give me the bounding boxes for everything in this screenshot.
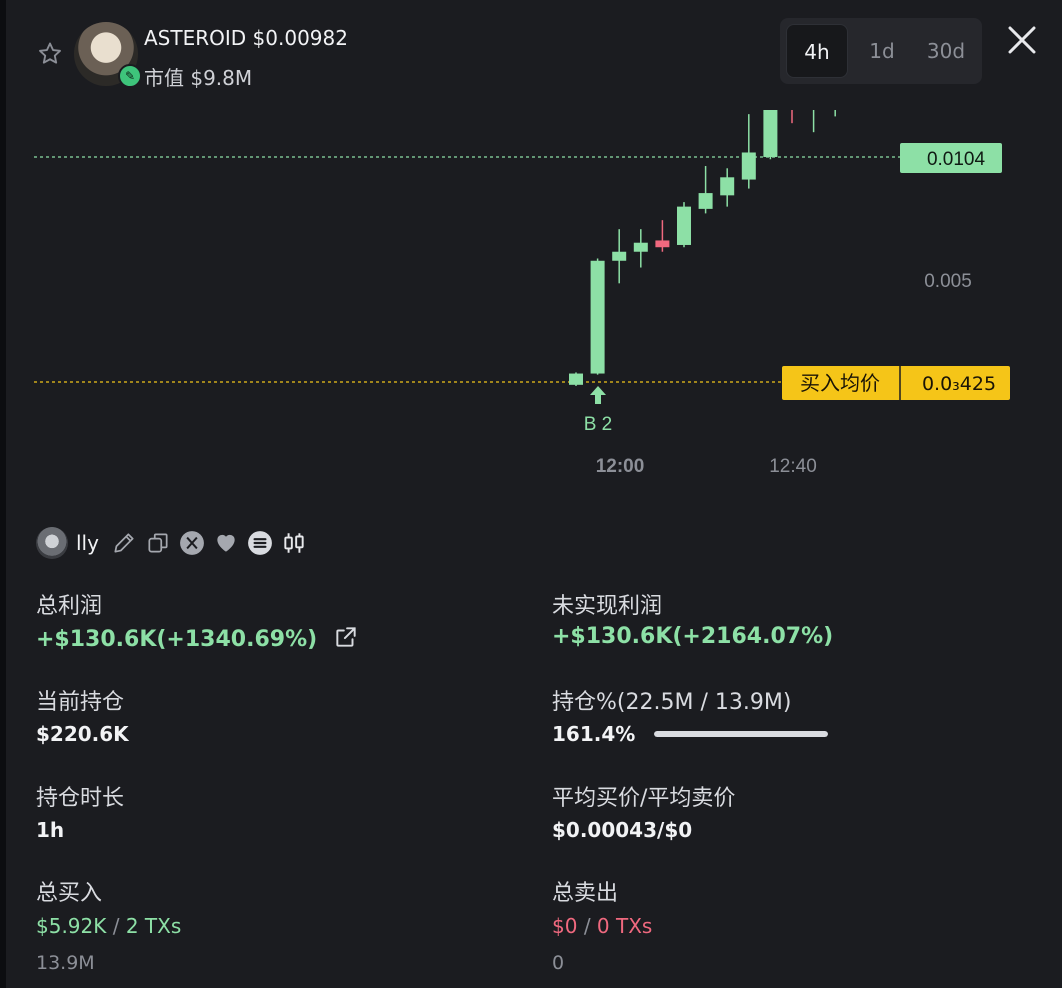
token-price: $0.00982 xyxy=(252,26,348,50)
market-cap-value: $9.8M xyxy=(190,66,253,90)
total-buy-amount: $5.92K xyxy=(36,914,107,938)
total-sell-txs: 0 TXs xyxy=(596,914,653,938)
candle-body xyxy=(677,206,691,245)
avg-price-label: 平均买价/平均卖价 xyxy=(552,786,736,811)
holding-pct-bar-fill xyxy=(654,731,828,737)
total-profit-label: 总利润 xyxy=(36,594,103,619)
candle-body xyxy=(633,242,648,252)
holding-pct-bar xyxy=(654,731,828,737)
candle-body xyxy=(763,110,778,157)
star-outline-icon[interactable] xyxy=(36,40,64,68)
copy-icon[interactable] xyxy=(145,530,171,556)
duration-value: 1h xyxy=(36,818,65,842)
market-cap-label: 市值 xyxy=(144,66,184,90)
holding-pct-label: 持仓%(22.5M / 13.9M) xyxy=(552,690,792,715)
price-chart[interactable]: 0.0104 0.005 买入均价 0.0₃425 B 2 12:00 12:4… xyxy=(6,110,1062,490)
candle-body xyxy=(655,240,670,248)
unrealized-profit-label: 未实现利润 xyxy=(552,594,663,619)
current-price-label: 0.0104 xyxy=(927,149,986,170)
close-icon[interactable] xyxy=(1004,22,1040,58)
buy-marker-label: B 2 xyxy=(584,414,613,435)
holding-label: 当前持仓 xyxy=(36,690,125,715)
x-icon[interactable] xyxy=(179,530,205,556)
y-tick-label: 0.005 xyxy=(924,271,972,292)
holding-value: $220.6K xyxy=(36,722,129,746)
total-buy-label: 总买入 xyxy=(36,881,103,906)
avg-buy-label: 买入均价 xyxy=(800,371,880,395)
candle-body xyxy=(698,193,713,209)
buy-marker-arrow-icon xyxy=(590,386,606,404)
avg-price-value: $0.00043/$0 xyxy=(552,818,693,842)
wallet-name: lly xyxy=(76,531,99,555)
timeframe-30d[interactable]: 30d xyxy=(914,24,978,78)
total-buy-txs: 2 TXs xyxy=(125,914,182,938)
token-name: ASTEROID xyxy=(144,26,247,50)
heart-icon[interactable] xyxy=(213,530,239,556)
total-sell-qty: 0 xyxy=(552,952,565,974)
timeframe-4h[interactable]: 4h xyxy=(786,24,848,78)
solana-icon[interactable] xyxy=(247,530,273,556)
wallet-avatar xyxy=(36,527,68,559)
candle-body xyxy=(612,251,627,261)
token-holder-panel: ✎ ASTEROID $0.00982 市值 $9.8M 4h 1d 30d 0… xyxy=(6,0,1062,988)
candles-group xyxy=(569,110,836,386)
market-cap: 市值 $9.8M xyxy=(144,62,252,91)
separator: / xyxy=(583,914,591,938)
avg-buy-value: 0.0₃425 xyxy=(922,373,996,395)
x-tick-label: 12:00 xyxy=(596,456,645,477)
total-buy-summary: $5.92K / 2 TXs xyxy=(36,914,181,938)
timeframe-1d[interactable]: 1d xyxy=(852,24,912,78)
separator: / xyxy=(112,914,120,938)
unrealized-profit-value: +$130.6K(+2164.07%) xyxy=(552,624,834,649)
duration-label: 持仓时长 xyxy=(36,786,125,811)
candle-body xyxy=(569,373,583,385)
total-buy-qty: 13.9M xyxy=(36,952,95,974)
total-profit-amount: +$130.6K(+1340.69%) xyxy=(36,627,318,652)
candles-icon[interactable] xyxy=(281,530,307,556)
external-link-icon[interactable] xyxy=(333,624,359,650)
total-sell-summary: $0 / 0 TXs xyxy=(552,914,652,938)
total-sell-amount: $0 xyxy=(552,914,578,938)
holding-pct-value: 161.4% xyxy=(552,722,636,746)
x-tick-label: 12:40 xyxy=(769,456,817,477)
candle-body xyxy=(720,177,735,196)
candle-body xyxy=(590,260,605,374)
token-title: ASTEROID $0.00982 xyxy=(144,26,348,50)
edit-icon[interactable] xyxy=(111,530,137,556)
pump-badge-icon: ✎ xyxy=(118,64,142,88)
total-profit-value: +$130.6K(+1340.69%) xyxy=(36,624,359,652)
total-sell-label: 总卖出 xyxy=(552,881,619,906)
candle-body xyxy=(741,152,756,180)
timeframe-selector: 4h 1d 30d xyxy=(780,18,982,84)
wallet-row: lly xyxy=(36,526,307,560)
